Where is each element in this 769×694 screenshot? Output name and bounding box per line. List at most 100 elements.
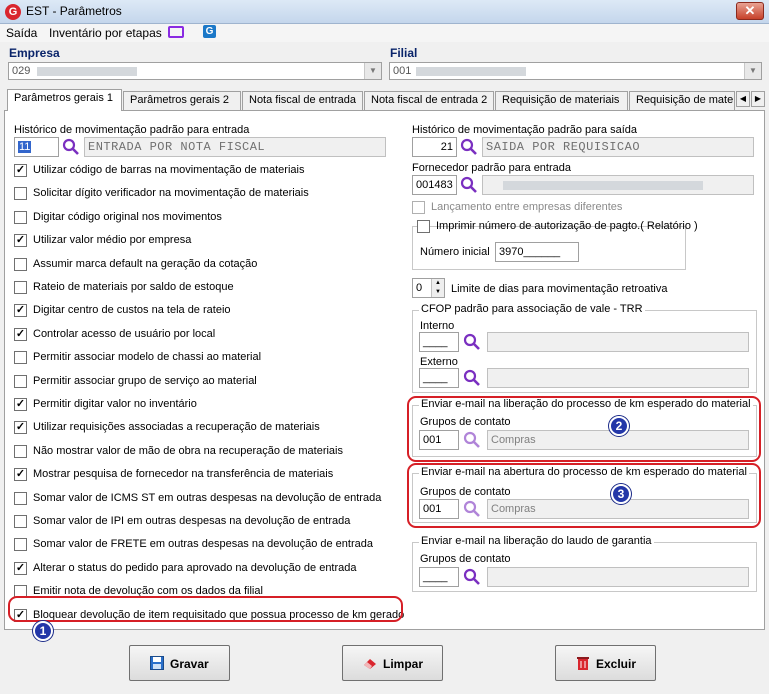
search-icon[interactable]: [463, 333, 481, 351]
imprimir-checkbox[interactable]: [417, 220, 430, 233]
lancamento-checkbox[interactable]: [412, 201, 425, 214]
checkbox[interactable]: ✓: [14, 468, 27, 481]
hist-entrada-desc: ENTRADA POR NOTA FISCAL: [88, 140, 266, 154]
tab-requisicao-materiais[interactable]: Requisição de materiais: [495, 91, 628, 110]
numero-inicial-field[interactable]: 3970______: [495, 242, 579, 262]
chevron-down-icon[interactable]: ▼: [744, 63, 761, 79]
checkbox-label: Permitir digitar valor no inventário: [33, 398, 197, 410]
filial-label: Filial: [390, 46, 418, 60]
gravar-button[interactable]: Gravar: [129, 645, 230, 681]
externo-value: ____: [423, 372, 448, 384]
search-icon[interactable]: [463, 369, 481, 387]
checkbox[interactable]: [14, 258, 27, 271]
annotation-badge-1: 1: [33, 621, 53, 641]
checkbox[interactable]: [14, 375, 27, 388]
checkbox[interactable]: ✓: [14, 562, 27, 575]
checkbox-label: Utilizar código de barras na movimentaçã…: [33, 164, 305, 176]
filial-combo[interactable]: 001 ▼: [389, 62, 762, 80]
hist-saida-label: Histórico de movimentação padrão para sa…: [412, 124, 638, 136]
checkbox-label: Permitir associar grupo de serviço ao ma…: [33, 375, 257, 387]
laudo-title: Enviar e-mail na liberação do laudo de g…: [419, 535, 654, 547]
checkbox[interactable]: [14, 351, 27, 364]
checkbox[interactable]: [14, 187, 27, 200]
checkbox-label: Solicitar dígito verificador na moviment…: [33, 187, 309, 199]
hist-saida-code-field[interactable]: 21: [412, 137, 457, 157]
checkbox-label: Rateio de materiais por saldo de estoque: [33, 281, 234, 293]
hist-saida-desc: SAIDA POR REQUISICAO: [486, 140, 641, 154]
fornecedor-code-field[interactable]: 001483: [412, 175, 457, 195]
checkbox[interactable]: ✓: [14, 234, 27, 247]
limpar-button[interactable]: Limpar: [342, 645, 443, 681]
checkbox-label: Somar valor de ICMS ST em outras despesa…: [33, 492, 382, 504]
checkbox[interactable]: [14, 515, 27, 528]
tab-parametros-gerais-2[interactable]: Parâmetros gerais 2: [123, 91, 241, 110]
laudo-desc-field: [487, 567, 749, 587]
tab-nota-fiscal-entrada[interactable]: Nota fiscal de entrada: [242, 91, 363, 110]
excluir-button[interactable]: Excluir: [555, 645, 656, 681]
hist-entrada-code: 11: [18, 141, 32, 153]
tab-scroll-left-icon[interactable]: ◀: [736, 91, 750, 107]
hist-entrada-label: Histórico de movimentação padrão para en…: [14, 124, 250, 136]
close-button[interactable]: ✕: [736, 2, 764, 20]
empresa-combo[interactable]: 029 ▼: [8, 62, 382, 80]
checkbox-label: Alterar o status do pedido para aprovado…: [33, 562, 357, 574]
empresa-value: 029: [12, 65, 31, 77]
app-logo-icon: G: [5, 4, 21, 20]
g-logo-icon[interactable]: G: [203, 25, 216, 38]
cfop-title: CFOP padrão para associação de vale - TR…: [419, 303, 645, 315]
checkbox-label: Utilizar requisições associadas a recupe…: [33, 421, 320, 433]
numero-inicial-value: 3970______: [499, 246, 561, 258]
tab-scroll-right-icon[interactable]: ▶: [751, 91, 765, 107]
fornecedor-code: 001483: [416, 179, 453, 191]
menu-inventario-por-etapas[interactable]: Inventário por etapas: [49, 26, 162, 40]
menu-saida[interactable]: Saída: [6, 26, 37, 40]
checkbox[interactable]: [14, 281, 27, 294]
checkbox-label: Digitar centro de custos na tela de rate…: [33, 304, 231, 316]
checkbox[interactable]: ✓: [14, 328, 27, 341]
window-title: EST - Parâmetros: [26, 4, 122, 18]
search-icon[interactable]: [460, 138, 478, 156]
interno-label: Interno: [420, 320, 455, 332]
checkbox[interactable]: ✓: [14, 421, 27, 434]
search-icon[interactable]: [460, 176, 478, 194]
checkbox[interactable]: ✓: [14, 164, 27, 177]
spinner-arrows-icon[interactable]: ▲ ▼: [431, 279, 444, 297]
checkbox[interactable]: [14, 492, 27, 505]
checkbox-label: Somar valor de FRETE em outras despesas …: [33, 538, 373, 550]
checkbox[interactable]: ✓: [14, 398, 27, 411]
eraser-icon: [364, 659, 376, 669]
tab-nota-fiscal-entrada-2[interactable]: Nota fiscal de entrada 2: [364, 91, 494, 110]
tab-requisicao-materiais-2[interactable]: Requisição de materi: [629, 91, 735, 110]
redacted-field: [37, 67, 137, 76]
checkbox-label: Digitar código original nos movimentos: [33, 211, 222, 223]
annotation-badge-2: 2: [609, 416, 629, 436]
redacted-field: [503, 181, 703, 190]
annotation-highlight-1: [8, 596, 403, 622]
externo-field[interactable]: ____: [419, 368, 459, 388]
annotation-highlight-3: [407, 463, 761, 528]
checkbox[interactable]: ✓: [14, 304, 27, 317]
search-icon[interactable]: [463, 568, 481, 586]
tab-parametros-gerais-1[interactable]: Parâmetros gerais 1: [7, 89, 122, 111]
trash-icon: [577, 657, 589, 670]
chevron-down-icon[interactable]: ▼: [364, 63, 381, 79]
monitor-icon[interactable]: [168, 26, 184, 38]
excluir-label: Excluir: [596, 657, 637, 671]
checkbox[interactable]: [14, 211, 27, 224]
checkbox-label: Permitir associar modelo de chassi ao ma…: [33, 351, 262, 363]
limite-dias-label: Limite de dias para movimentação retroat…: [451, 283, 668, 295]
interno-field[interactable]: ____: [419, 332, 459, 352]
search-icon[interactable]: [62, 138, 80, 156]
lancamento-label: Lançamento entre empresas diferentes: [431, 201, 623, 213]
laudo-code-field[interactable]: ____: [419, 567, 459, 587]
imprimir-checkbox-row[interactable]: Imprimir número de autorização de pagto.…: [417, 218, 698, 236]
checkbox-label: Mostrar pesquisa de fornecedor na transf…: [33, 468, 334, 480]
tab-strip: Parâmetros gerais 1 Parâmetros gerais 2 …: [4, 89, 765, 111]
hist-entrada-code-field[interactable]: 11: [14, 137, 59, 157]
checkbox[interactable]: [14, 445, 27, 458]
empresa-label: Empresa: [9, 46, 60, 60]
checkbox-label: Controlar acesso de usuário por local: [33, 328, 216, 340]
interno-desc-field: [487, 332, 749, 352]
limite-dias-spinner[interactable]: 0 ▲ ▼: [412, 278, 445, 298]
checkbox[interactable]: [14, 538, 27, 551]
